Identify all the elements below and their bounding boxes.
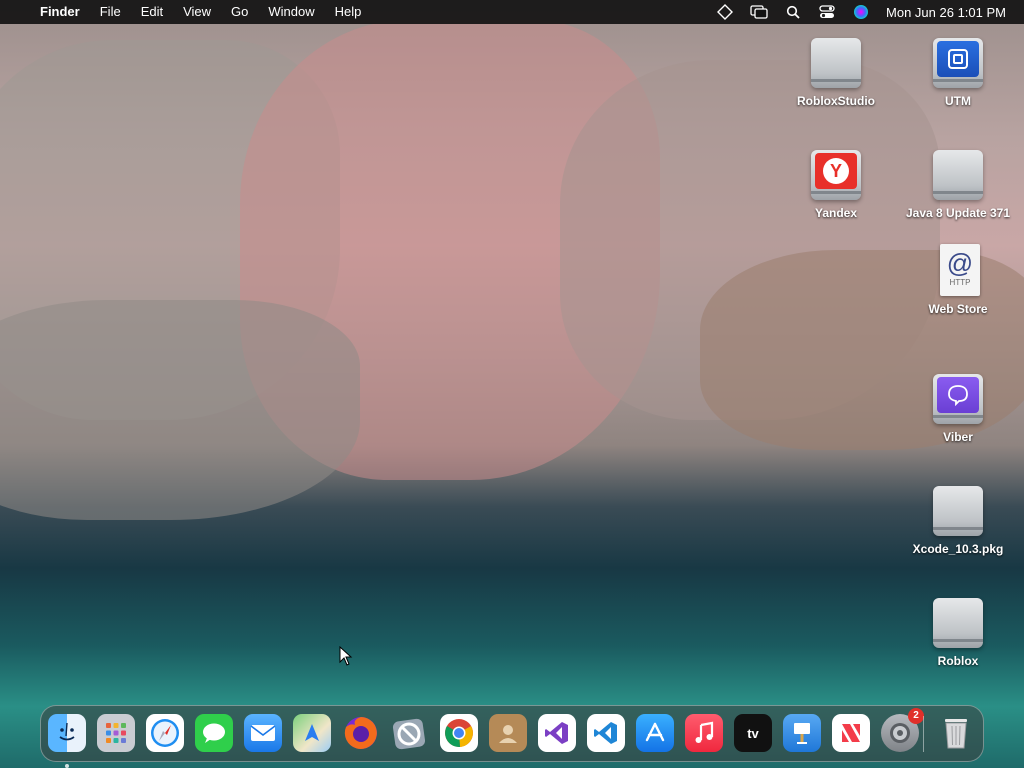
apple-tv-label: tv	[747, 725, 759, 741]
dock-trash-icon[interactable]	[937, 714, 975, 752]
siri-icon[interactable]	[844, 0, 878, 24]
desktop-icon-label: UTM	[945, 94, 971, 108]
yandex-icon: Y	[811, 150, 861, 200]
utm-icon	[933, 38, 983, 88]
display-diamond-icon[interactable]	[708, 0, 742, 24]
control-center-icon[interactable]	[810, 0, 844, 24]
mouse-cursor-icon	[339, 645, 353, 671]
menu-go[interactable]: Go	[221, 0, 258, 24]
desktop-icon-roblox[interactable]: Roblox	[903, 592, 1013, 668]
menu-help[interactable]: Help	[325, 0, 372, 24]
desktop-icon-label: Xcode_10.3.pkg	[912, 542, 1004, 556]
dock-system-settings-icon[interactable]: 2	[881, 708, 924, 752]
dock-launchpad-icon[interactable]	[97, 714, 135, 752]
desktop-icon-label: Viber	[943, 430, 973, 444]
dock-maps-icon[interactable]	[293, 714, 331, 752]
menu-view[interactable]: View	[173, 0, 221, 24]
screen-mirroring-icon[interactable]	[742, 0, 776, 24]
drive-icon	[933, 150, 983, 200]
dock-vscode-icon[interactable]	[587, 714, 625, 752]
menu-bar: Finder File Edit View Go Window Help Mon…	[0, 0, 1024, 24]
webloc-at-glyph: @	[946, 248, 974, 278]
webloc-file-icon: @ HTTP	[940, 244, 980, 296]
menu-file[interactable]: File	[90, 0, 131, 24]
dock-music-icon[interactable]	[685, 714, 723, 752]
desktop-icon-yandex[interactable]: Y Yandex	[781, 144, 891, 220]
dock-chrome-icon[interactable]	[440, 714, 478, 752]
desktop-icon-label: Java 8 Update 371	[905, 206, 1011, 220]
desktop-icon-label: Roblox	[937, 654, 979, 668]
dock-apple-tv-icon[interactable]: tv	[734, 714, 772, 752]
dock-app-store-icon[interactable]	[636, 714, 674, 752]
dock-separator	[923, 716, 924, 752]
dock-keynote-icon[interactable]	[783, 714, 821, 752]
desktop-icon-label: Yandex	[814, 206, 858, 220]
desktop-wallpaper	[0, 0, 1024, 768]
yandex-letter: Y	[823, 158, 849, 184]
desktop-icon-label: RobloxStudio	[797, 94, 875, 108]
desktop-icon-xcode-10-3-pkg[interactable]: Xcode_10.3.pkg	[903, 480, 1013, 556]
menu-app-finder[interactable]: Finder	[30, 0, 90, 24]
dock-firefox-icon[interactable]	[342, 714, 380, 752]
dock-messages-icon[interactable]	[195, 714, 233, 752]
desktop-icon-utm[interactable]: UTM	[903, 32, 1013, 108]
dock-mail-icon[interactable]	[244, 714, 282, 752]
desktop-icon-viber[interactable]: Viber	[903, 368, 1013, 444]
desktop-icon-java-8-update-371[interactable]: Java 8 Update 371	[903, 144, 1013, 220]
webloc-tag: HTTP	[949, 278, 971, 287]
dock-safari-icon[interactable]	[146, 714, 184, 752]
menu-edit[interactable]: Edit	[131, 0, 173, 24]
desktop-icon-robloxstudio[interactable]: RobloxStudio	[781, 32, 891, 108]
dock-news-icon[interactable]	[832, 714, 870, 752]
viber-icon	[933, 374, 983, 424]
drive-icon	[811, 38, 861, 88]
desktop-icon-label: Web Store	[928, 302, 988, 316]
menu-bar-clock[interactable]: Mon Jun 26 1:01 PM	[878, 5, 1024, 20]
dock-finder-icon[interactable]	[48, 714, 86, 768]
dock-contacts-icon[interactable]	[489, 714, 527, 752]
spotlight-search-icon[interactable]	[776, 0, 810, 24]
notification-badge: 2	[908, 708, 924, 724]
dock: tv 2	[40, 705, 984, 768]
menu-window[interactable]: Window	[258, 0, 324, 24]
dock-no-entry-app-icon[interactable]	[391, 714, 429, 752]
drive-icon	[933, 486, 983, 536]
running-indicator	[65, 764, 69, 768]
dock-visual-studio-icon[interactable]	[538, 714, 576, 752]
drive-icon	[933, 598, 983, 648]
desktop-icon-web-store[interactable]: @ HTTP Web Store	[903, 240, 1013, 316]
